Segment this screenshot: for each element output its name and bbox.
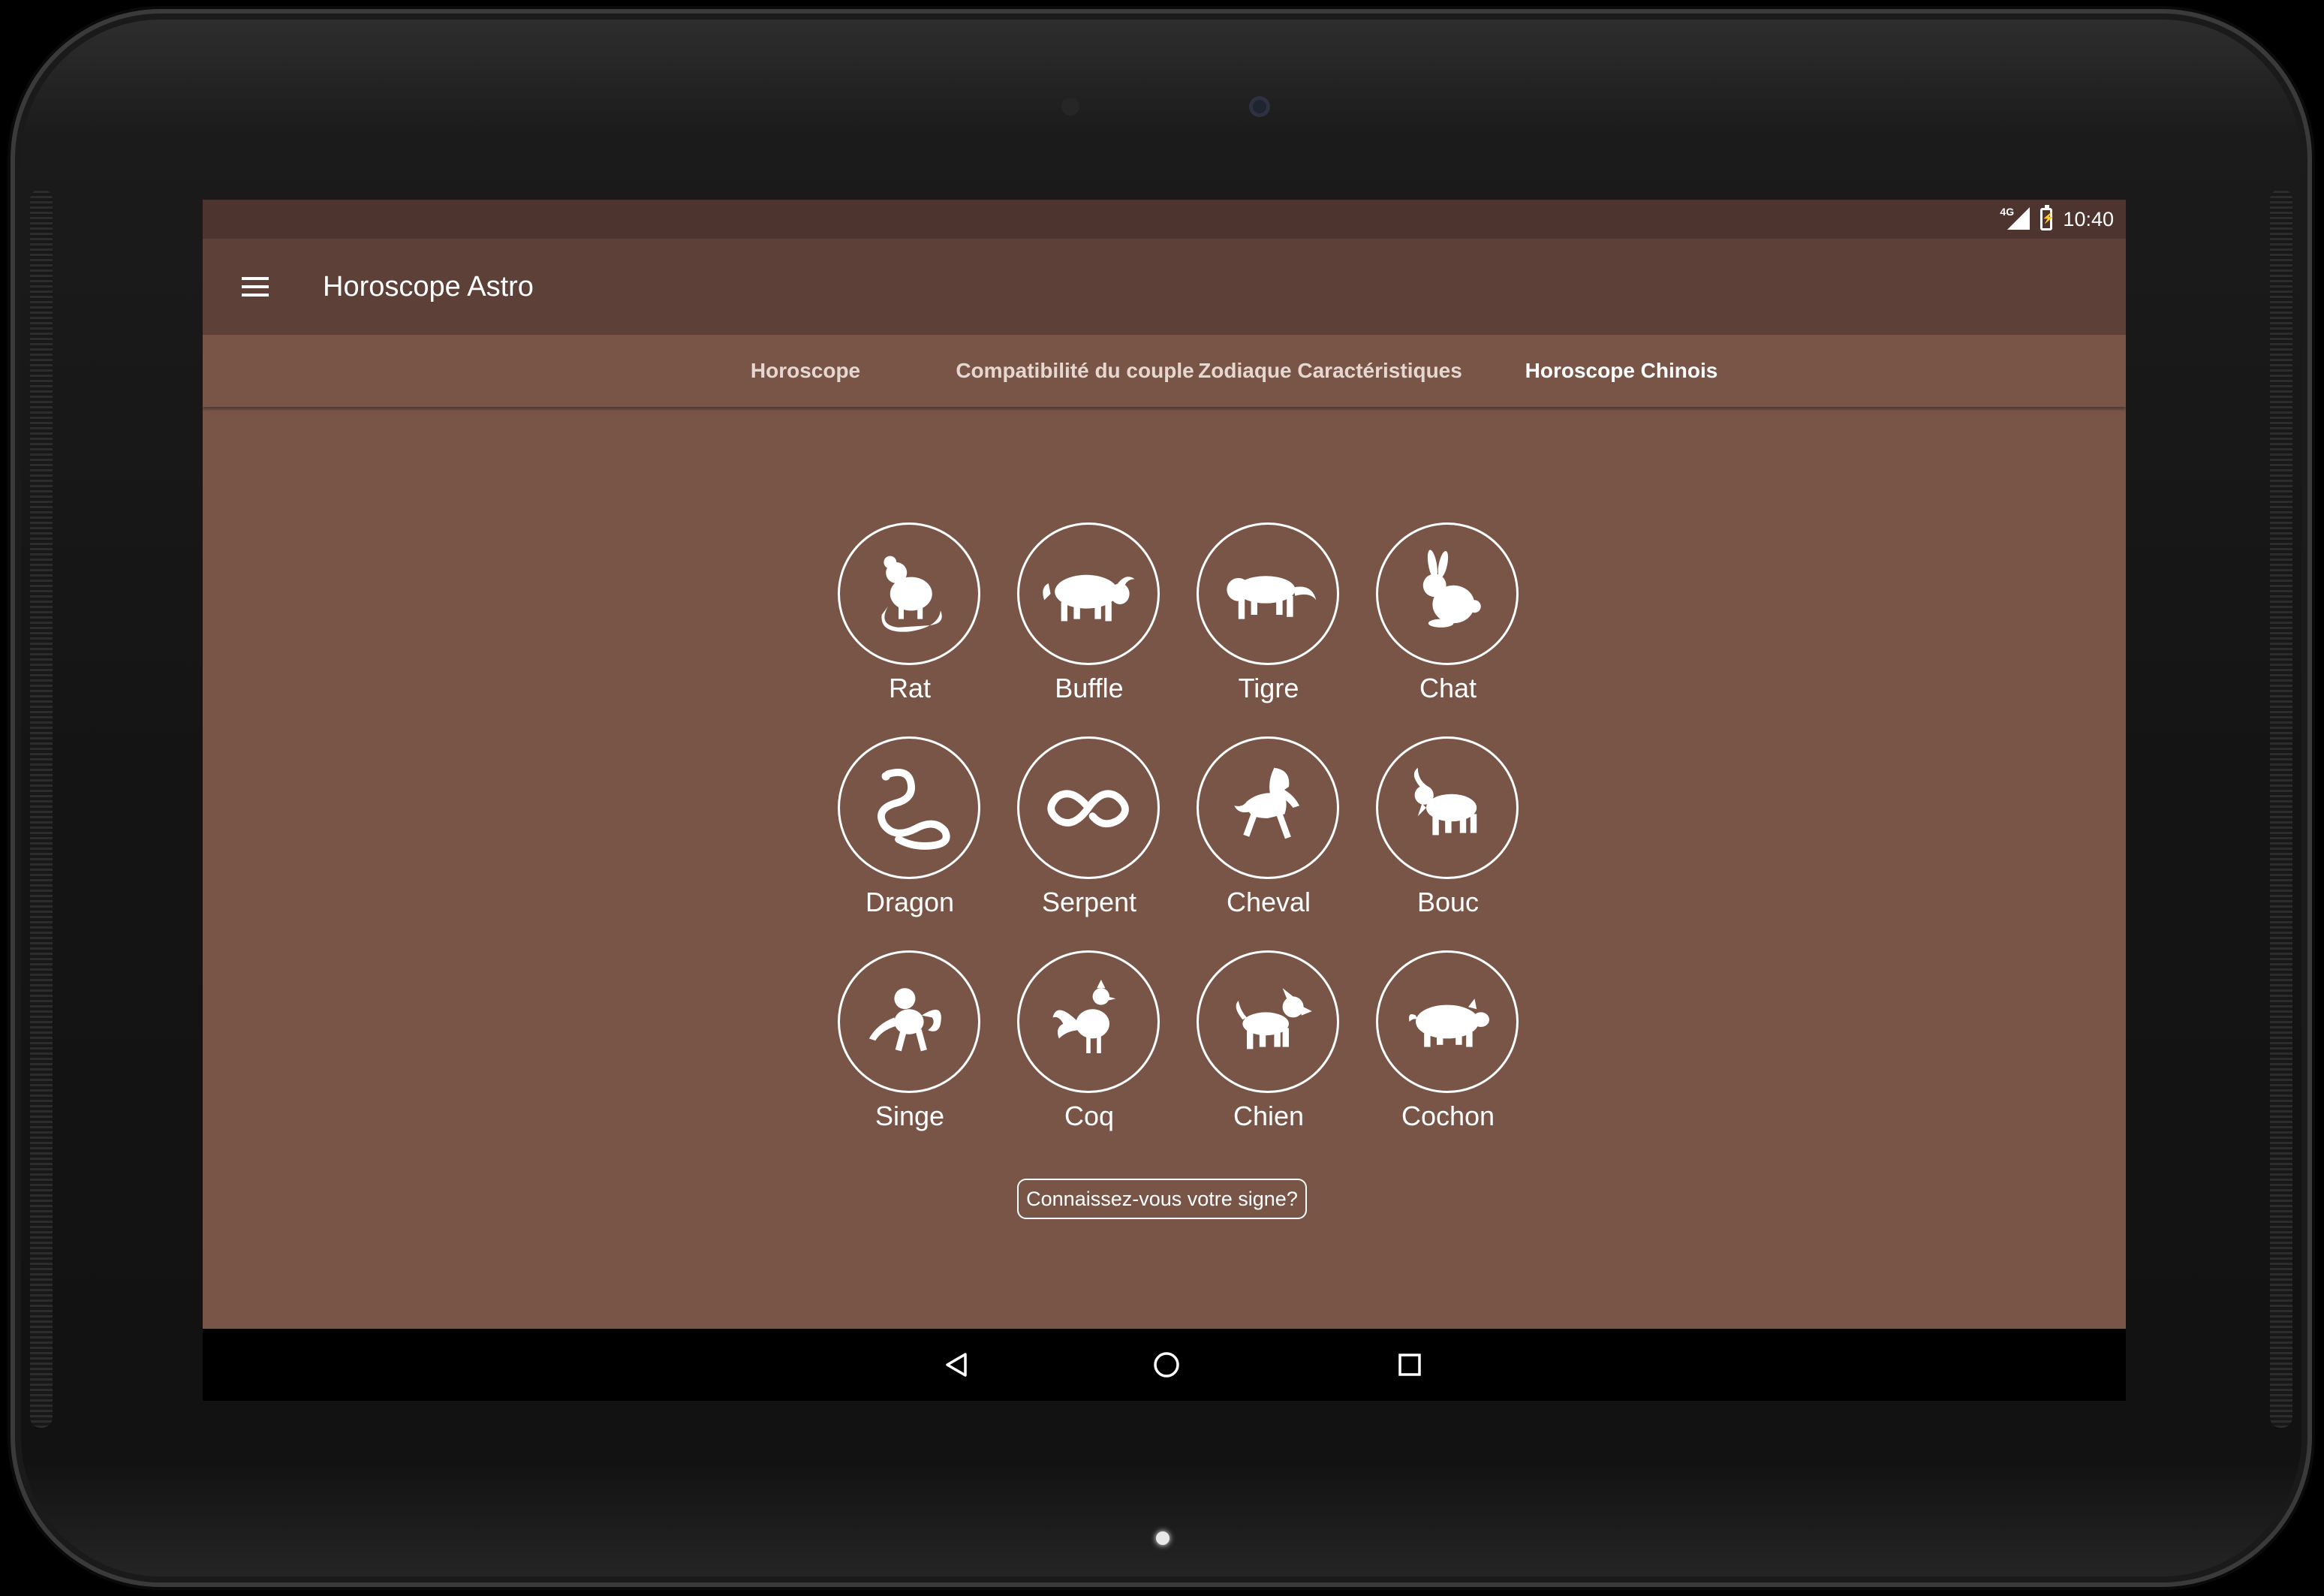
front-camera bbox=[1249, 96, 1270, 117]
sign-label: Bouc bbox=[1416, 887, 1480, 917]
sign-label: Rat bbox=[888, 673, 932, 703]
sign-goat[interactable]: Bouc bbox=[1358, 736, 1538, 932]
sign-label: Coq bbox=[1064, 1101, 1115, 1131]
rooster-icon bbox=[1017, 950, 1160, 1093]
speaker-grill-right bbox=[2270, 189, 2292, 1428]
back-icon[interactable] bbox=[920, 1329, 992, 1401]
know-your-sign-button[interactable]: Connaissez-vous votre signe? bbox=[1017, 1179, 1307, 1219]
rat-icon bbox=[838, 522, 980, 665]
sign-horse[interactable]: Cheval bbox=[1179, 736, 1359, 932]
tiger-icon bbox=[1197, 522, 1339, 665]
sign-label: Singe bbox=[875, 1101, 945, 1131]
sign-snake[interactable]: Serpent bbox=[999, 736, 1179, 932]
sign-tiger[interactable]: Tigre bbox=[1179, 522, 1359, 718]
sign-rabbit[interactable]: Chat bbox=[1358, 522, 1538, 718]
rabbit-icon bbox=[1376, 522, 1519, 665]
sign-ox[interactable]: Buffle bbox=[999, 522, 1179, 718]
sign-label: Cochon bbox=[1401, 1101, 1495, 1131]
screen: 4G 10:40 Horoscope Astro Horoscope Compa… bbox=[203, 200, 2126, 1401]
sign-rooster[interactable]: Coq bbox=[999, 950, 1179, 1146]
pig-icon bbox=[1376, 950, 1519, 1093]
recent-apps-icon[interactable] bbox=[1374, 1329, 1446, 1401]
sign-pig[interactable]: Cochon bbox=[1358, 950, 1538, 1146]
dragon-icon bbox=[838, 736, 980, 879]
dog-icon bbox=[1197, 950, 1339, 1093]
speaker-grill-left bbox=[30, 189, 53, 1428]
home-icon[interactable] bbox=[1130, 1329, 1203, 1401]
snake-icon bbox=[1017, 736, 1160, 879]
sign-label: Tigre bbox=[1238, 673, 1299, 703]
sign-label: Dragon bbox=[865, 887, 955, 917]
sign-label: Buffle bbox=[1055, 673, 1124, 703]
ox-icon bbox=[1017, 522, 1160, 665]
sign-dragon[interactable]: Dragon bbox=[820, 736, 1000, 932]
sign-rat[interactable]: Rat bbox=[820, 522, 1000, 718]
navigation-bar bbox=[203, 1329, 2126, 1401]
horse-icon bbox=[1197, 736, 1339, 879]
sign-label: Serpent bbox=[1041, 887, 1137, 917]
sign-monkey[interactable]: Singe bbox=[820, 950, 1000, 1146]
goat-icon bbox=[1376, 736, 1519, 879]
sign-dog[interactable]: Chien bbox=[1179, 950, 1359, 1146]
sign-label: Chien bbox=[1233, 1101, 1305, 1131]
light-sensor bbox=[1061, 98, 1079, 116]
sign-label: Cheval bbox=[1226, 887, 1311, 917]
sign-label: Chat bbox=[1419, 673, 1477, 703]
chinese-signs-grid: Rat Buffle Tigre Chat Dragon Serpent Che… bbox=[203, 200, 2126, 1401]
monkey-icon bbox=[838, 950, 980, 1093]
notification-led bbox=[1156, 1531, 1170, 1545]
